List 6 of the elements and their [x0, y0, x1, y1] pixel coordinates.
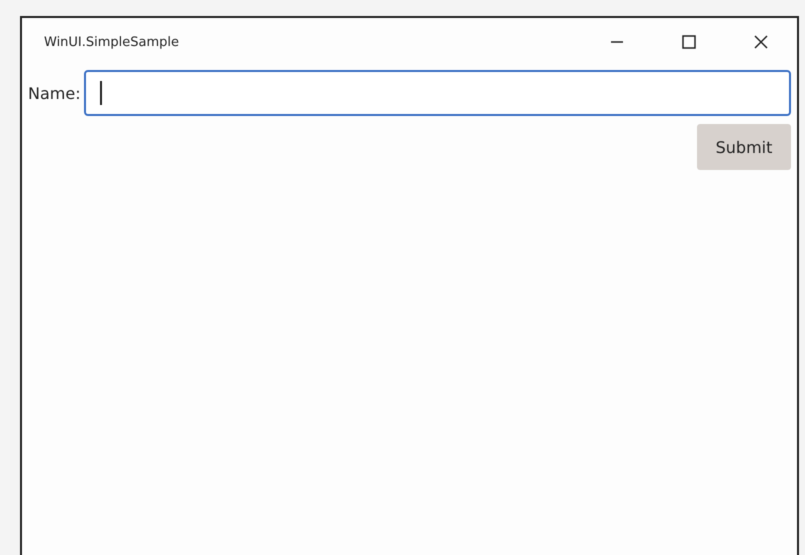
name-field[interactable]: [84, 70, 791, 116]
submit-button[interactable]: Submit: [697, 124, 791, 170]
name-label: Name:: [28, 84, 81, 102]
maximize-icon: [682, 35, 696, 49]
close-icon: [754, 35, 768, 49]
window-title: WinUI.SimpleSample: [44, 34, 180, 50]
